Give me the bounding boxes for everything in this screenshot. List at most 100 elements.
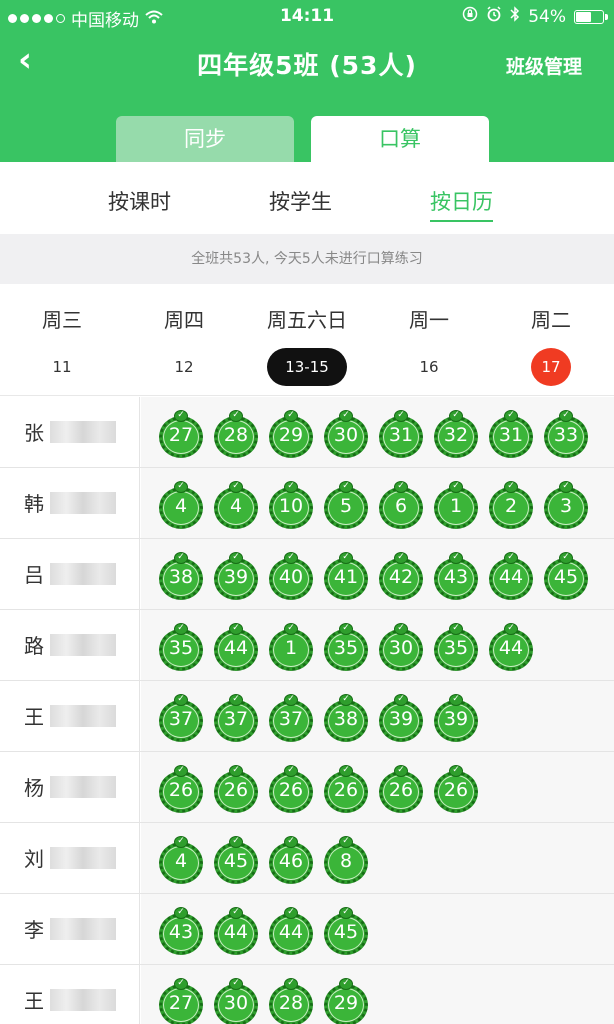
- score-badge[interactable]: ✓ 38: [159, 552, 203, 600]
- subtab-by-calendar[interactable]: 按日历: [430, 186, 493, 222]
- check-icon: ✓: [342, 978, 350, 988]
- score-badge[interactable]: ✓ 27: [159, 410, 203, 458]
- student-row[interactable]: 刘 ✓ 4 ✓ 45 ✓ 46 ✓ 8: [0, 823, 614, 894]
- score-badge[interactable]: ✓ 26: [434, 765, 478, 813]
- badge-score: 29: [278, 424, 304, 446]
- score-badge[interactable]: ✓ 39: [379, 694, 423, 742]
- check-icon: ✓: [452, 552, 460, 562]
- check-icon: ✓: [232, 978, 240, 988]
- score-badge[interactable]: ✓ 26: [379, 765, 423, 813]
- score-badge[interactable]: ✓ 44: [269, 907, 313, 955]
- badge-score: 43: [168, 921, 194, 943]
- score-badge[interactable]: ✓ 39: [214, 552, 258, 600]
- score-badge[interactable]: ✓ 45: [324, 907, 368, 955]
- check-icon: ✓: [232, 623, 240, 633]
- student-row[interactable]: 李 ✓ 43 ✓ 44 ✓ 44 ✓ 45: [0, 894, 614, 965]
- score-badge[interactable]: ✓ 5: [324, 481, 368, 529]
- score-badge[interactable]: ✓ 10: [269, 481, 313, 529]
- score-badge[interactable]: ✓ 44: [489, 552, 533, 600]
- score-badge[interactable]: ✓ 46: [269, 836, 313, 884]
- badge-score: 29: [333, 992, 359, 1014]
- date-today[interactable]: 17: [531, 348, 571, 386]
- subtab-by-student[interactable]: 按学生: [269, 186, 332, 216]
- score-badges: ✓ 27 ✓ 30 ✓ 28 ✓ 29: [141, 965, 614, 1024]
- badge-score: 31: [498, 424, 524, 446]
- score-badge[interactable]: ✓ 1: [269, 623, 313, 671]
- score-badge[interactable]: ✓ 26: [324, 765, 368, 813]
- check-icon: ✓: [397, 694, 405, 704]
- score-badge[interactable]: ✓ 4: [159, 481, 203, 529]
- student-row[interactable]: 吕 ✓ 38 ✓ 39 ✓ 40 ✓ 41 ✓ 42 ✓ 43 ✓ 44 ✓ 45: [0, 539, 614, 610]
- score-badge[interactable]: ✓ 40: [269, 552, 313, 600]
- score-badge[interactable]: ✓ 2: [489, 481, 533, 529]
- score-badge[interactable]: ✓ 30: [214, 978, 258, 1024]
- date-label[interactable]: 12: [174, 348, 193, 386]
- score-badge[interactable]: ✓ 33: [544, 410, 588, 458]
- student-row[interactable]: 王 ✓ 27 ✓ 30 ✓ 28 ✓ 29: [0, 965, 614, 1024]
- score-badge[interactable]: ✓ 41: [324, 552, 368, 600]
- redacted-name: [50, 492, 116, 514]
- score-badge[interactable]: ✓ 31: [489, 410, 533, 458]
- score-badge[interactable]: ✓ 3: [544, 481, 588, 529]
- score-badge[interactable]: ✓ 43: [159, 907, 203, 955]
- date-selected[interactable]: 13-15: [267, 348, 347, 386]
- score-badge[interactable]: ✓ 44: [214, 907, 258, 955]
- weekday-label: 周三: [42, 308, 82, 332]
- score-badge[interactable]: ✓ 30: [379, 623, 423, 671]
- score-badge[interactable]: ✓ 45: [544, 552, 588, 600]
- score-badge[interactable]: ✓ 38: [324, 694, 368, 742]
- subtab-by-lesson[interactable]: 按课时: [108, 186, 171, 216]
- score-badge[interactable]: ✓ 8: [324, 836, 368, 884]
- score-badge[interactable]: ✓ 29: [324, 978, 368, 1024]
- score-badge[interactable]: ✓ 37: [214, 694, 258, 742]
- student-row[interactable]: 王 ✓ 37 ✓ 37 ✓ 37 ✓ 38 ✓ 39 ✓ 39: [0, 681, 614, 752]
- score-badge[interactable]: ✓ 28: [269, 978, 313, 1024]
- score-badge[interactable]: ✓ 37: [159, 694, 203, 742]
- student-name-cell: 杨: [0, 752, 140, 822]
- score-badge[interactable]: ✓ 28: [214, 410, 258, 458]
- check-icon: ✓: [287, 623, 295, 633]
- score-badge[interactable]: ✓ 32: [434, 410, 478, 458]
- badge-score: 10: [278, 495, 304, 517]
- student-row[interactable]: 路 ✓ 35 ✓ 44 ✓ 1 ✓ 35 ✓ 30 ✓ 35 ✓ 44: [0, 610, 614, 681]
- score-badge[interactable]: ✓ 26: [214, 765, 258, 813]
- score-badge[interactable]: ✓ 44: [489, 623, 533, 671]
- score-badge[interactable]: ✓ 42: [379, 552, 423, 600]
- student-row[interactable]: 韩 ✓ 4 ✓ 4 ✓ 10 ✓ 5 ✓ 6 ✓ 1 ✓ 2 ✓ 3: [0, 468, 614, 539]
- check-icon: ✓: [507, 623, 515, 633]
- score-badge[interactable]: ✓ 35: [159, 623, 203, 671]
- score-badge[interactable]: ✓ 45: [214, 836, 258, 884]
- tab-oral-calc[interactable]: 口算: [311, 116, 489, 162]
- score-badge[interactable]: ✓ 30: [324, 410, 368, 458]
- score-badge[interactable]: ✓ 44: [214, 623, 258, 671]
- date-label[interactable]: 16: [419, 348, 438, 386]
- score-badge[interactable]: ✓ 4: [159, 836, 203, 884]
- score-badge[interactable]: ✓ 26: [269, 765, 313, 813]
- score-badge[interactable]: ✓ 29: [269, 410, 313, 458]
- score-badge[interactable]: ✓ 31: [379, 410, 423, 458]
- score-badge[interactable]: ✓ 35: [434, 623, 478, 671]
- student-row[interactable]: 张 ✓ 27 ✓ 28 ✓ 29 ✓ 30 ✓ 31 ✓ 32 ✓ 31 ✓ 33: [0, 397, 614, 468]
- score-badges: ✓ 26 ✓ 26 ✓ 26 ✓ 26 ✓ 26 ✓ 26: [141, 752, 614, 822]
- score-badge[interactable]: ✓ 1: [434, 481, 478, 529]
- score-badge[interactable]: ✓ 43: [434, 552, 478, 600]
- badge-score: 33: [553, 424, 579, 446]
- tab-sync[interactable]: 同步: [116, 116, 294, 162]
- badge-score: 30: [223, 992, 249, 1014]
- score-badge[interactable]: ✓ 6: [379, 481, 423, 529]
- score-badge[interactable]: ✓ 39: [434, 694, 478, 742]
- score-badge[interactable]: ✓ 37: [269, 694, 313, 742]
- redacted-name: [50, 563, 116, 585]
- score-badge[interactable]: ✓ 26: [159, 765, 203, 813]
- date-label[interactable]: 11: [52, 348, 71, 386]
- score-badge[interactable]: ✓ 27: [159, 978, 203, 1024]
- badge-score: 26: [388, 779, 414, 801]
- redacted-name: [50, 918, 116, 940]
- check-icon: ✓: [287, 481, 295, 491]
- badge-score: 1: [449, 495, 463, 517]
- badge-score: 45: [333, 921, 359, 943]
- class-manage-button[interactable]: 班级管理: [506, 52, 582, 79]
- student-row[interactable]: 杨 ✓ 26 ✓ 26 ✓ 26 ✓ 26 ✓ 26 ✓ 26: [0, 752, 614, 823]
- score-badge[interactable]: ✓ 35: [324, 623, 368, 671]
- score-badge[interactable]: ✓ 4: [214, 481, 258, 529]
